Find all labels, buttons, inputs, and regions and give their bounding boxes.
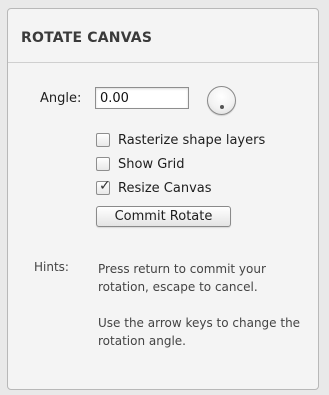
resize-canvas-option[interactable]: ✓ Resize Canvas: [96, 178, 212, 197]
rasterize-shape-layers-label: Rasterize shape layers: [118, 132, 266, 148]
checkmark-icon: ✓: [99, 178, 111, 194]
dial-indicator: [220, 105, 224, 109]
show-grid-label: Show Grid: [118, 156, 185, 172]
rotate-canvas-panel: ROTATE CANVAS Angle: Rasterize shape lay…: [7, 8, 319, 390]
show-grid-checkbox[interactable]: [96, 157, 110, 171]
rotation-dial-icon[interactable]: [207, 86, 236, 115]
hints-label: Hints:: [34, 260, 69, 274]
rasterize-shape-layers-checkbox[interactable]: [96, 133, 110, 147]
panel-title: ROTATE CANVAS: [21, 30, 153, 46]
hint-commit-text: Press return to commit your rotation, es…: [98, 262, 266, 294]
commit-rotate-button[interactable]: Commit Rotate: [96, 206, 231, 227]
resize-canvas-label: Resize Canvas: [118, 180, 212, 196]
resize-canvas-checkbox[interactable]: ✓: [96, 178, 111, 195]
panel-header: ROTATE CANVAS: [8, 9, 318, 63]
hint-arrow-keys-text: Use the arrow keys to change the rotatio…: [98, 316, 301, 348]
angle-input[interactable]: [95, 87, 189, 109]
angle-label: Angle:: [40, 91, 82, 106]
rasterize-shape-layers-option[interactable]: Rasterize shape layers: [96, 131, 265, 149]
show-grid-option[interactable]: Show Grid: [96, 155, 185, 173]
